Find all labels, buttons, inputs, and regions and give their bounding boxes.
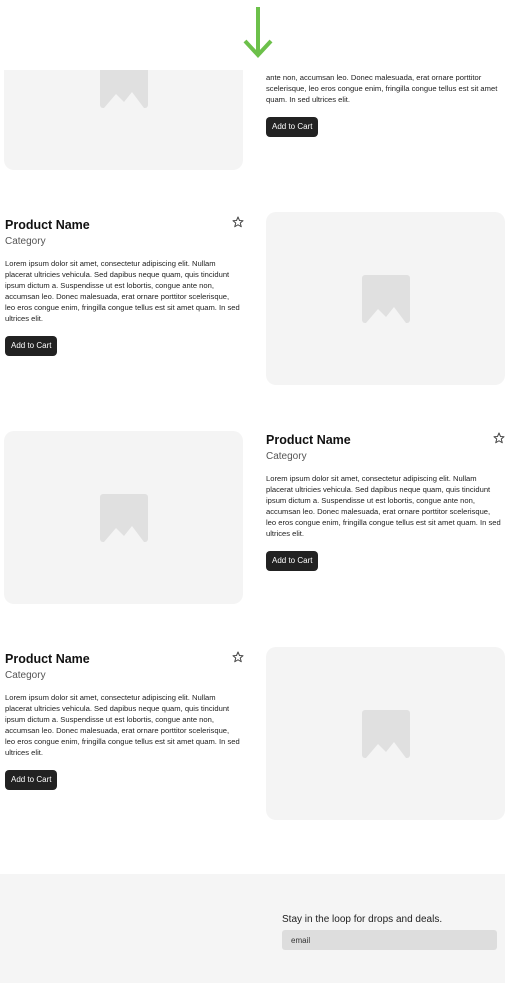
product-description: Lorem ipsum dolor sit amet, consectetur … <box>5 259 240 323</box>
add-to-cart-button[interactable]: Add to Cart <box>266 117 319 137</box>
product-image[interactable] <box>266 212 505 385</box>
star-icon[interactable] <box>493 432 505 444</box>
product-name: Product Name <box>5 218 90 232</box>
image-placeholder-icon <box>361 274 410 323</box>
add-to-cart-button[interactable]: Add to Cart <box>5 336 58 356</box>
product-card: Product Name Category Lorem ipsum dolor … <box>5 217 245 356</box>
product-card: Product Name Category Lorem ipsum dolor … <box>266 432 505 571</box>
product-description: Lorem ipsum dolor sit amet, consectetur … <box>266 474 501 538</box>
product-image[interactable] <box>266 647 505 820</box>
add-to-cart-button[interactable]: Add to Cart <box>266 551 319 571</box>
product-name: Product Name <box>5 652 90 666</box>
product-image[interactable] <box>4 431 243 604</box>
email-input[interactable] <box>282 930 497 950</box>
product-description: Lorem ipsum dolor sit amet, consectetur … <box>5 693 240 757</box>
image-placeholder-icon <box>99 493 148 542</box>
star-icon[interactable] <box>232 651 244 663</box>
image-placeholder-icon <box>361 709 410 758</box>
product-category: Category <box>5 236 46 247</box>
add-to-cart-button[interactable]: Add to Cart <box>5 770 58 790</box>
arrow-down-icon <box>243 7 273 58</box>
product-description: ante non, accumsan leo. Donec malesuada,… <box>266 73 498 104</box>
product-card: Product Name Category Lorem ipsum dolor … <box>5 651 245 790</box>
footer: Stay in the loop for drops and deals. <box>0 874 505 983</box>
product-name: Product Name <box>266 433 351 447</box>
product-category: Category <box>266 451 307 462</box>
star-icon[interactable] <box>232 216 244 228</box>
product-category: Category <box>5 670 46 681</box>
newsletter-text: Stay in the loop for drops and deals. <box>282 914 443 925</box>
